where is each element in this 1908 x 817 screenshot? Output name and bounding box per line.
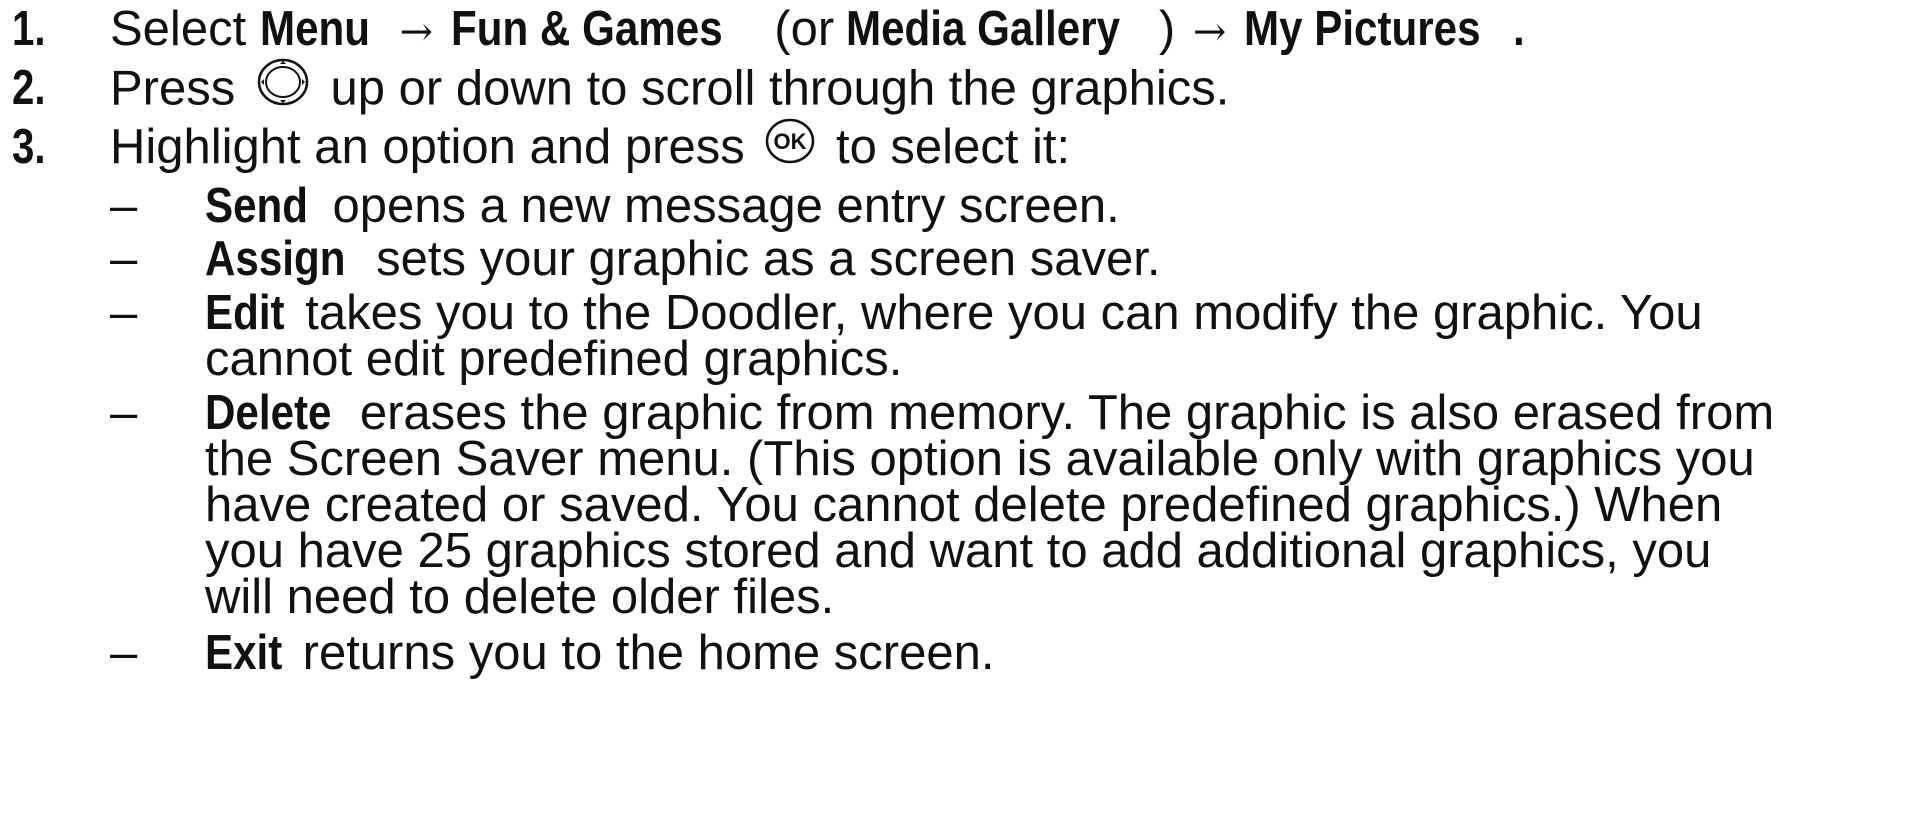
or-text: (or xyxy=(774,2,835,56)
ok-key-icon: OK xyxy=(764,117,816,178)
assign-description: sets your graphic as a screen saver. xyxy=(376,232,1161,286)
right-arrow: → xyxy=(1192,9,1227,55)
step-number: 2. xyxy=(12,61,46,115)
select-word: Select xyxy=(110,2,247,56)
period: . xyxy=(1513,2,1525,56)
dash-bullet: – xyxy=(110,232,138,286)
delete-description-line: will need to delete older files. xyxy=(205,570,835,624)
assign-term: Assign xyxy=(205,232,346,286)
step-text: Highlight an option and press OK to sele… xyxy=(110,118,1070,181)
select-it-text: to select it: xyxy=(835,120,1071,174)
option-text: Exit returns you to the home screen. xyxy=(205,624,994,682)
my-pictures-term: My Pictures xyxy=(1244,2,1481,56)
option-text: Send opens a new message entry screen. xyxy=(205,177,1120,235)
dash-bullet: – xyxy=(110,386,138,440)
exit-term: Exit xyxy=(205,626,283,680)
exit-description: returns you to the home screen. xyxy=(302,626,995,680)
step-text: Press up or down to scroll through the g… xyxy=(110,56,1230,124)
navigation-key-icon xyxy=(255,56,311,121)
option-text: Assign sets your graphic as a screen sav… xyxy=(205,230,1161,288)
highlight-instruction: Highlight an option and press xyxy=(110,120,745,174)
send-term: Send xyxy=(205,179,309,233)
right-arrow: → xyxy=(399,9,434,55)
dash-bullet: – xyxy=(110,626,138,680)
edit-description-line: cannot edit predefined graphics. xyxy=(205,332,903,386)
fun-games-term: Fun & Games xyxy=(450,2,723,56)
menu-term: Menu xyxy=(259,2,370,56)
instruction-document: 1. Select Menu → Fun & Games (or Media Ga… xyxy=(0,0,1908,817)
svg-text:OK: OK xyxy=(774,129,807,154)
step-text: Select Menu → Fun & Games (or Media Galle… xyxy=(110,0,1525,61)
step-number: 1. xyxy=(12,2,46,56)
dash-bullet: – xyxy=(110,179,138,233)
close-paren: ) xyxy=(1158,2,1176,56)
step-number: 3. xyxy=(12,120,46,174)
scroll-instruction: up or down to scroll through the graphic… xyxy=(330,61,1230,116)
media-gallery-term: Media Gallery xyxy=(846,2,1121,56)
press-word: Press xyxy=(110,61,236,116)
dash-bullet: – xyxy=(110,286,138,340)
send-description: opens a new message entry screen. xyxy=(332,179,1120,233)
